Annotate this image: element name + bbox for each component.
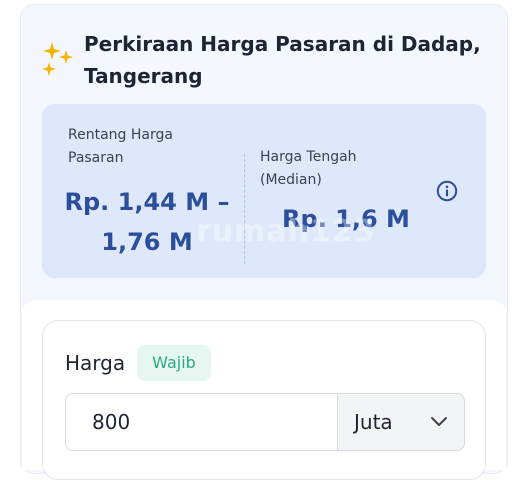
price-range-label: Rentang Harga Pasaran xyxy=(68,127,173,166)
page-title: Perkiraan Harga Pasaran di Dadap, Tanger… xyxy=(84,32,481,88)
chevron-down-icon xyxy=(431,417,447,426)
median-price-label: Harga Tengah (Median) xyxy=(260,149,357,188)
price-field-label: Harga xyxy=(65,351,126,375)
price-form-card: Harga Wajib 800 Juta xyxy=(42,320,486,480)
required-badge: Wajib xyxy=(137,345,211,381)
price-input[interactable]: 800 xyxy=(65,393,339,451)
sparkles-icon xyxy=(42,42,73,76)
unit-select-value: Juta xyxy=(354,410,393,434)
info-icon[interactable] xyxy=(436,180,458,202)
price-summary-card: Rentang Harga Pasaran Rp. 1,44 M – 1,76 … xyxy=(42,104,486,278)
watermark-logo: rumah123 xyxy=(196,214,376,249)
unit-select[interactable]: Juta xyxy=(337,393,465,451)
